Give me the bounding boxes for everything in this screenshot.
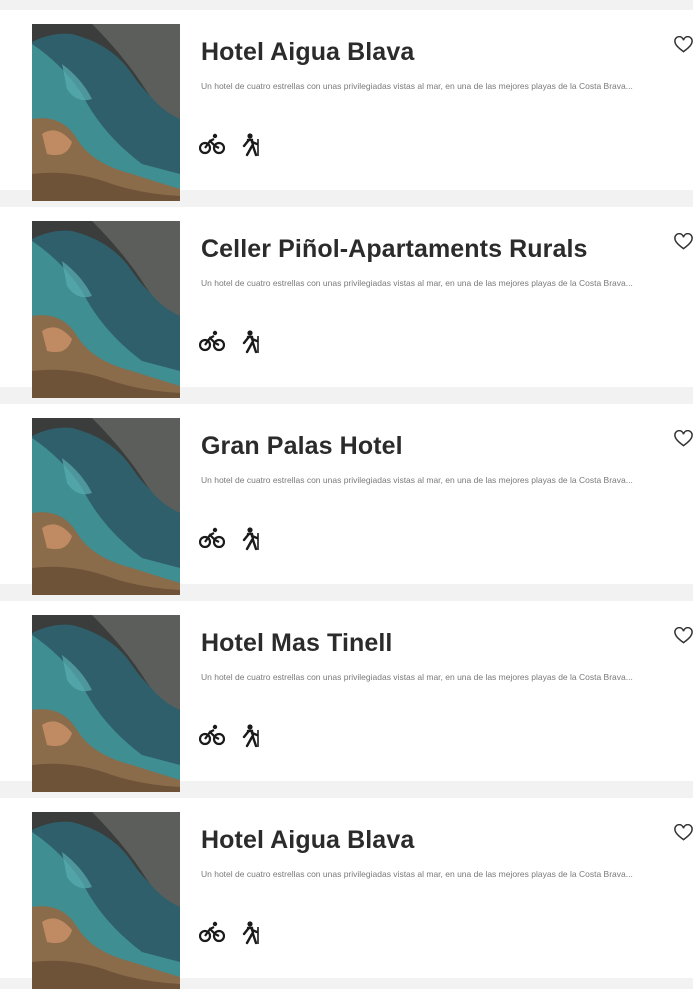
cycling-icon [199, 527, 225, 549]
hotel-description: Un hotel de cuatro estrellas con unas pr… [201, 869, 633, 879]
heart-outline-icon[interactable] [674, 627, 693, 645]
hotel-photo[interactable] [32, 615, 180, 792]
heart-outline-icon[interactable] [674, 824, 693, 842]
hiking-icon [242, 527, 259, 551]
hotel-photo[interactable] [32, 418, 180, 595]
hotel-name[interactable]: Hotel Mas Tinell [201, 629, 392, 658]
hotel-name[interactable]: Hotel Aigua Blava [201, 826, 414, 855]
hotel-card[interactable]: Hotel Aigua Blava Un hotel de cuatro est… [0, 10, 693, 201]
cycling-icon [199, 133, 225, 155]
heart-outline-icon[interactable] [674, 36, 693, 54]
hotel-name[interactable]: Gran Palas Hotel [201, 432, 403, 461]
activity-icons [199, 330, 261, 354]
hotel-card[interactable]: Hotel Mas Tinell Un hotel de cuatro estr… [0, 601, 693, 792]
cycling-icon [199, 724, 225, 746]
hotel-description: Un hotel de cuatro estrellas con unas pr… [201, 81, 633, 91]
hotel-card[interactable]: Celler Piñol-Apartaments Rurals Un hotel… [0, 207, 693, 398]
hotel-photo[interactable] [32, 221, 180, 398]
heart-outline-icon[interactable] [674, 233, 693, 251]
coastline-image [32, 812, 180, 989]
hiking-icon [242, 330, 259, 354]
hiking-icon [242, 724, 259, 748]
activity-icons [199, 921, 261, 945]
activity-icons [199, 527, 261, 551]
hotel-photo[interactable] [32, 24, 180, 201]
activity-icons [199, 133, 261, 157]
hiking-icon [242, 921, 259, 945]
hotel-name[interactable]: Celler Piñol-Apartaments Rurals [201, 235, 588, 264]
hotel-list: Hotel Aigua Blava Un hotel de cuatro est… [0, 0, 693, 989]
heart-outline-icon[interactable] [674, 430, 693, 448]
hiking-icon [242, 133, 259, 157]
hotel-photo[interactable] [32, 812, 180, 989]
hotel-description: Un hotel de cuatro estrellas con unas pr… [201, 672, 633, 682]
cycling-icon [199, 330, 225, 352]
hotel-card[interactable]: Gran Palas Hotel Un hotel de cuatro estr… [0, 404, 693, 595]
activity-icons [199, 724, 261, 748]
hotel-name[interactable]: Hotel Aigua Blava [201, 38, 414, 67]
cycling-icon [199, 921, 225, 943]
coastline-image [32, 418, 180, 595]
coastline-image [32, 221, 180, 398]
hotel-description: Un hotel de cuatro estrellas con unas pr… [201, 475, 633, 485]
hotel-card[interactable]: Hotel Aigua Blava Un hotel de cuatro est… [0, 798, 693, 989]
hotel-description: Un hotel de cuatro estrellas con unas pr… [201, 278, 633, 288]
coastline-image [32, 615, 180, 792]
coastline-image [32, 24, 180, 201]
